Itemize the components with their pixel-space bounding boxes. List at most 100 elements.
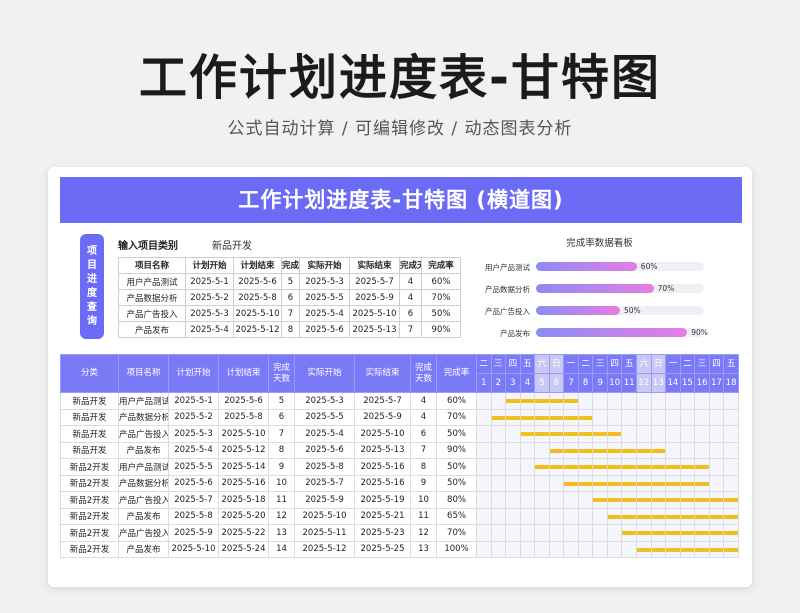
table-cell[interactable]: 产品发布 [118,507,169,525]
table-cell[interactable]: 12 [268,507,295,525]
table-cell[interactable]: 2025-5-3 [294,392,355,410]
table-cell[interactable]: 2025-5-10 [294,507,355,525]
table-cell[interactable]: 90% [436,441,477,459]
table-cell[interactable]: 2025-5-13 [349,321,400,338]
table-cell[interactable]: 新品开发 [60,408,119,426]
table-cell[interactable]: 2025-5-6 [299,321,350,338]
table-cell[interactable]: 2025-5-7 [168,491,219,509]
table-cell[interactable]: 2025-5-4 [294,425,355,443]
table-cell[interactable]: 7 [399,321,422,338]
table-cell[interactable]: 5 [268,392,295,410]
table-cell[interactable]: 2025-5-16 [354,458,411,476]
table-cell[interactable]: 新品开发 [60,425,119,443]
table-cell[interactable]: 2025-5-6 [168,474,219,492]
table-cell[interactable]: 80% [436,491,477,509]
table-cell[interactable]: 4 [399,273,422,290]
table-cell[interactable]: 2025-5-12 [233,321,282,338]
table-cell[interactable]: 新品开发 [60,441,119,459]
table-cell[interactable]: 50% [436,425,477,443]
table-cell[interactable]: 2025-5-20 [218,507,269,525]
table-cell[interactable]: 11 [268,491,295,509]
table-cell[interactable]: 2025-5-13 [354,441,411,459]
category-input[interactable]: 新品开发 [212,237,252,252]
table-cell[interactable]: 2025-5-7 [294,474,355,492]
table-cell[interactable]: 2025-5-5 [294,408,355,426]
table-cell[interactable]: 11 [410,507,437,525]
table-cell[interactable]: 产品发布 [118,441,169,459]
table-cell[interactable]: 7 [281,305,300,322]
table-cell[interactable]: 2025-5-11 [294,524,355,542]
table-cell[interactable]: 8 [281,321,300,338]
table-cell[interactable]: 2025-5-14 [218,458,269,476]
table-cell[interactable]: 6 [399,305,422,322]
table-cell[interactable]: 2025-5-21 [354,507,411,525]
table-cell[interactable]: 6 [268,408,295,426]
table-cell[interactable]: 产品发布 [118,540,169,558]
table-cell[interactable]: 2025-5-5 [299,289,350,306]
table-cell[interactable]: 用户产品测试 [118,273,186,290]
table-cell[interactable]: 新品2开发 [60,474,119,492]
table-cell[interactable]: 7 [410,441,437,459]
table-cell[interactable]: 50% [436,458,477,476]
table-cell[interactable]: 产品发布 [118,321,186,338]
table-cell[interactable]: 5 [281,273,300,290]
table-cell[interactable]: 2025-5-8 [218,408,269,426]
table-cell[interactable]: 4 [410,408,437,426]
table-cell[interactable]: 65% [436,507,477,525]
table-cell[interactable]: 6 [410,425,437,443]
table-cell[interactable]: 2025-5-4 [185,321,234,338]
table-cell[interactable]: 100% [436,540,477,558]
table-cell[interactable]: 2025-5-1 [185,273,234,290]
table-cell[interactable]: 2025-5-10 [233,305,282,322]
table-cell[interactable]: 2025-5-6 [294,441,355,459]
table-cell[interactable]: 2025-5-8 [294,458,355,476]
table-cell[interactable]: 60% [421,273,461,290]
table-cell[interactable]: 用户产品测试 [118,458,169,476]
table-cell[interactable]: 90% [421,321,461,338]
table-cell[interactable]: 新品2开发 [60,507,119,525]
table-cell[interactable]: 6 [281,289,300,306]
table-cell[interactable]: 2025-5-1 [168,392,219,410]
table-cell[interactable]: 产品数据分析 [118,408,169,426]
table-cell[interactable]: 2025-5-22 [218,524,269,542]
table-cell[interactable]: 2025-5-6 [233,273,282,290]
table-cell[interactable]: 70% [436,408,477,426]
table-cell[interactable]: 2025-5-8 [233,289,282,306]
table-cell[interactable]: 2025-5-10 [354,425,411,443]
table-cell[interactable]: 产品广告投入 [118,425,169,443]
table-cell[interactable]: 新品2开发 [60,491,119,509]
table-cell[interactable]: 2025-5-16 [354,474,411,492]
table-cell[interactable]: 2025-5-4 [299,305,350,322]
table-cell[interactable]: 产品广告投入 [118,524,169,542]
table-cell[interactable]: 10 [410,491,437,509]
table-cell[interactable]: 2025-5-6 [218,392,269,410]
table-cell[interactable]: 2025-5-9 [168,524,219,542]
table-cell[interactable]: 2025-5-7 [349,273,400,290]
table-cell[interactable]: 2025-5-4 [168,441,219,459]
table-cell[interactable]: 2025-5-23 [354,524,411,542]
table-cell[interactable]: 2025-5-3 [185,305,234,322]
table-cell[interactable]: 13 [410,540,437,558]
table-cell[interactable]: 2025-5-2 [168,408,219,426]
table-cell[interactable]: 50% [421,305,461,322]
table-cell[interactable]: 4 [410,392,437,410]
table-cell[interactable]: 12 [410,524,437,542]
table-cell[interactable]: 2025-5-3 [299,273,350,290]
table-cell[interactable]: 2025-5-16 [218,474,269,492]
table-cell[interactable]: 2025-5-8 [168,507,219,525]
table-cell[interactable]: 2025-5-12 [218,441,269,459]
table-cell[interactable]: 新品开发 [60,392,119,410]
table-cell[interactable]: 2025-5-9 [294,491,355,509]
table-cell[interactable]: 2025-5-25 [354,540,411,558]
table-cell[interactable]: 2025-5-19 [354,491,411,509]
table-cell[interactable]: 13 [268,524,295,542]
table-cell[interactable]: 2025-5-3 [168,425,219,443]
table-cell[interactable]: 50% [436,474,477,492]
table-cell[interactable]: 10 [268,474,295,492]
table-cell[interactable]: 2025-5-7 [354,392,411,410]
table-cell[interactable]: 2025-5-5 [168,458,219,476]
table-cell[interactable]: 70% [436,524,477,542]
table-cell[interactable]: 14 [268,540,295,558]
table-cell[interactable]: 2025-5-9 [354,408,411,426]
table-cell[interactable]: 新品2开发 [60,540,119,558]
